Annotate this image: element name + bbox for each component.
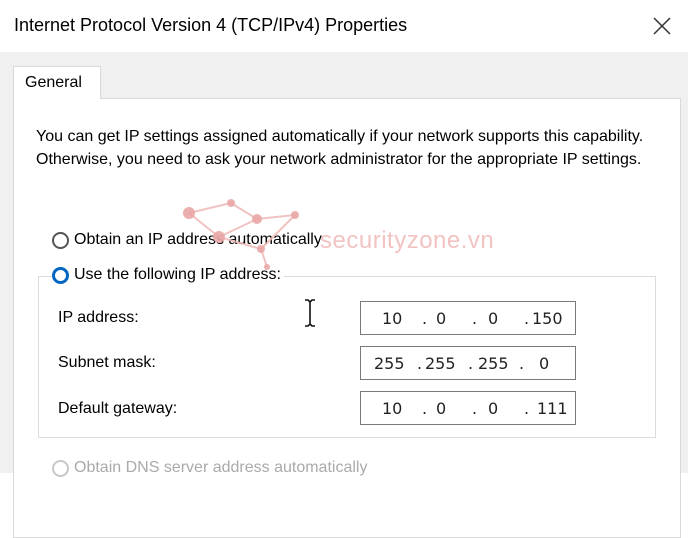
radio-disabled-icon xyxy=(52,459,69,477)
ip-address-label: IP address: xyxy=(58,309,139,326)
close-icon xyxy=(653,17,671,35)
radio-unselected-icon xyxy=(52,231,69,249)
gw-octet-4: 111 xyxy=(537,399,568,418)
ip-octet-3: 0 xyxy=(488,309,499,328)
watermark-network-logo xyxy=(183,199,299,270)
default-gateway-input[interactable]: 10 . 0 . 0 . 111 xyxy=(360,391,576,425)
mask-octet-1: 255 xyxy=(374,354,405,373)
subnet-mask-label: Subnet mask: xyxy=(58,354,156,371)
mask-octet-2: 255 xyxy=(425,354,456,373)
ip-octet-1: 10 xyxy=(382,309,403,328)
close-button[interactable] xyxy=(644,8,680,44)
radio-selected-icon xyxy=(52,266,69,284)
text-cursor-icon xyxy=(305,299,315,327)
obtain-dns-automatically-label: Obtain DNS server address automatically xyxy=(74,459,368,476)
ip-octet-4: 150 xyxy=(532,309,563,328)
general-panel: You can get IP settings assigned automat… xyxy=(13,98,681,538)
window-title: Internet Protocol Version 4 (TCP/IPv4) P… xyxy=(14,15,408,35)
tab-general[interactable]: General xyxy=(13,66,101,99)
default-gateway-label: Default gateway: xyxy=(58,400,178,417)
obtain-dns-automatically-radio[interactable]: Obtain DNS server address automatically xyxy=(52,459,367,477)
description-text: You can get IP settings assigned automat… xyxy=(36,128,644,168)
subnet-mask-input[interactable]: 255 . 255 . 255 . 0 xyxy=(360,346,576,380)
dialog-body: You can get IP settings assigned automat… xyxy=(0,52,688,538)
ip-octet-2: 0 xyxy=(436,309,447,328)
ip-address-input[interactable]: 10 . 0 . 0 . 150 xyxy=(360,301,576,335)
watermark-text: securityzone.vn xyxy=(320,227,495,254)
gw-octet-3: 0 xyxy=(488,399,499,418)
mask-octet-3: 255 xyxy=(478,354,509,373)
gw-octet-2: 0 xyxy=(436,399,447,418)
gw-octet-1: 10 xyxy=(382,399,403,418)
title-bar: Internet Protocol Version 4 (TCP/IPv4) P… xyxy=(0,0,688,52)
mask-octet-4: 0 xyxy=(539,354,550,373)
